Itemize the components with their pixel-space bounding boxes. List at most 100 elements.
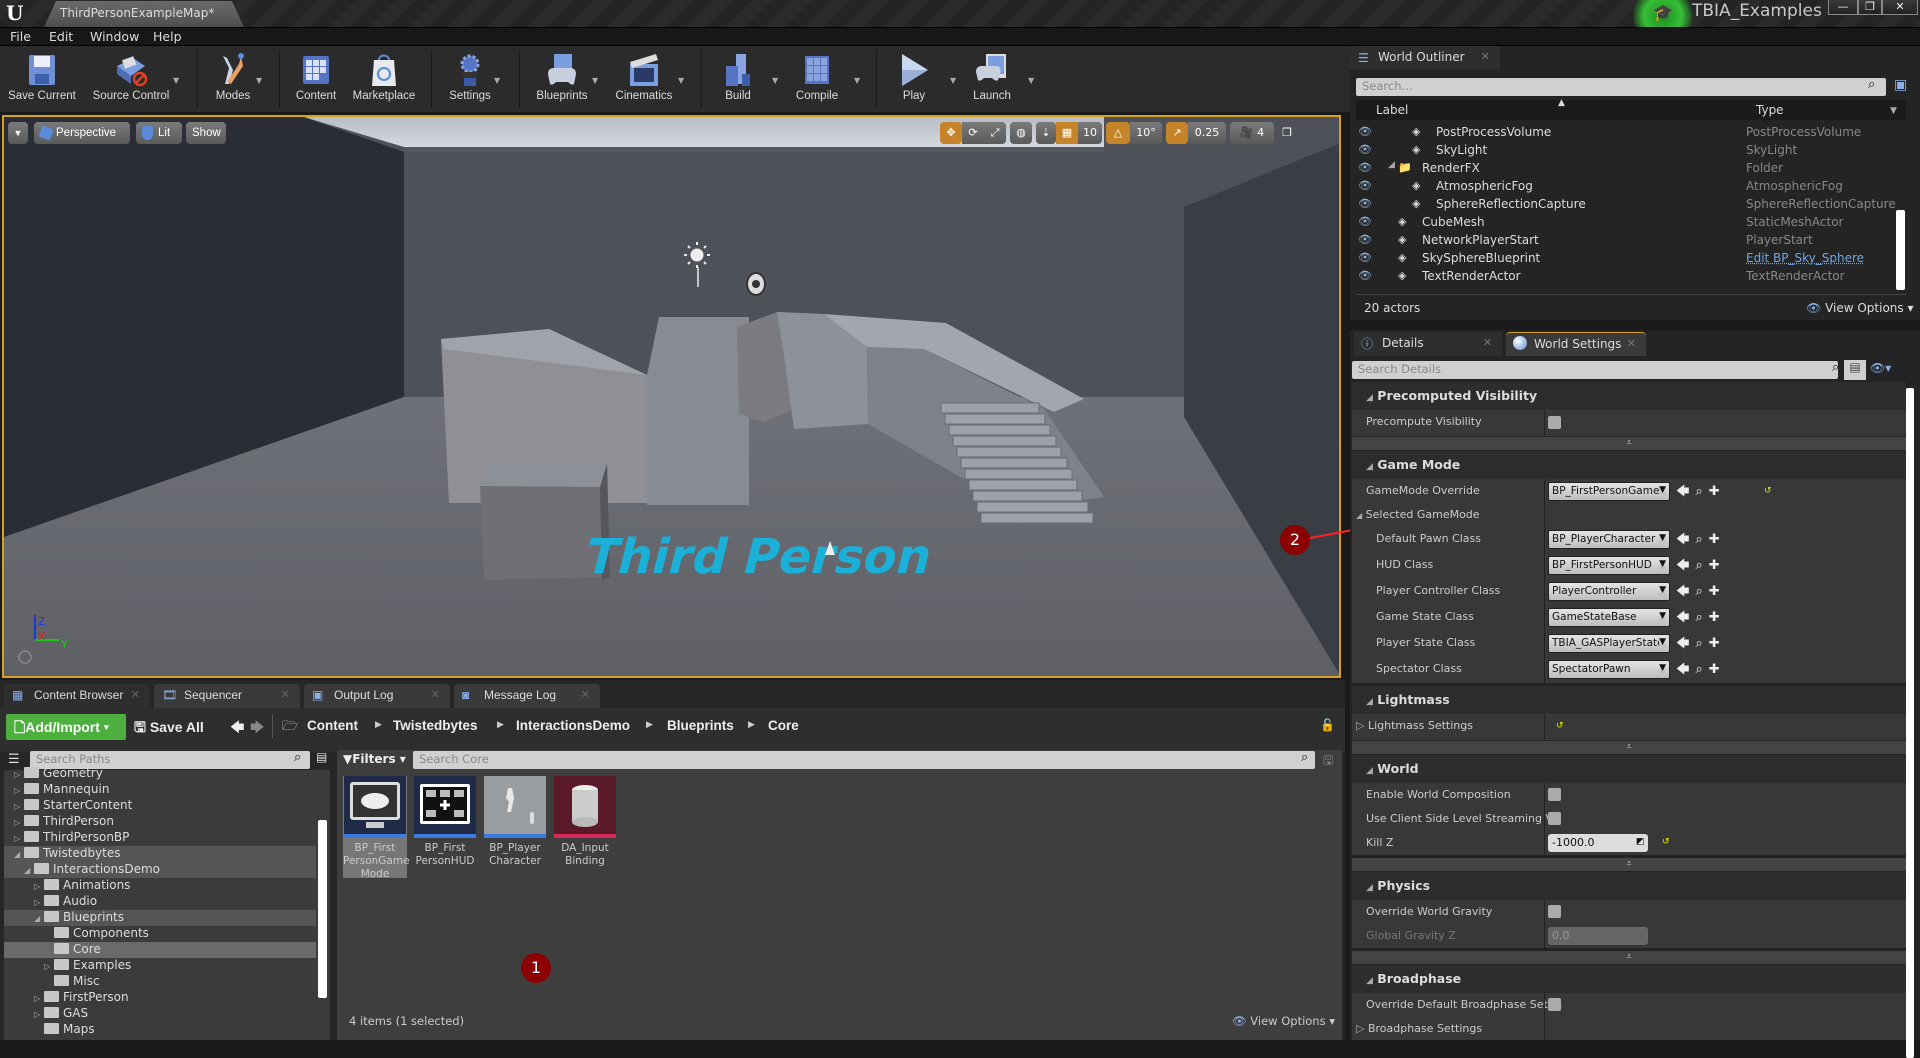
outliner-search-input[interactable]: Search...	[1356, 78, 1886, 96]
folder-tree-item[interactable]: ▷ Geometry	[4, 766, 316, 782]
expand-arrow-icon[interactable]: ▷	[14, 818, 24, 827]
blueprints-dropdown-icon[interactable]: ▼	[592, 76, 598, 85]
class-combo[interactable]: BP_PlayerCharacter ▼	[1548, 530, 1670, 549]
override-gravity-checkbox[interactable]	[1548, 905, 1561, 918]
asset-tile[interactable]: BP_First PersonHUD	[413, 776, 477, 868]
folder-tree-item[interactable]: ▷ Animations	[4, 878, 316, 894]
folder-tree-item[interactable]: Core	[4, 942, 316, 958]
asset-actions[interactable]: 🡄⌕✚	[1676, 634, 1726, 656]
menu-file[interactable]: File	[10, 29, 31, 44]
category-precomputed-visibility[interactable]: ◢ Precomputed Visibility	[1352, 382, 1906, 410]
label-column-header[interactable]: Label	[1376, 103, 1408, 117]
details-scrollbar[interactable]	[1906, 388, 1914, 1058]
cinematics-button[interactable]: Cinematics	[612, 46, 676, 112]
marketplace-button[interactable]: Marketplace	[346, 46, 422, 112]
advanced-expand-button[interactable]: ⩡	[1352, 437, 1906, 450]
build-dropdown-icon[interactable]: ▼	[772, 76, 778, 85]
breadcrumb-blueprints[interactable]: Blueprints	[667, 718, 734, 733]
close-tab-icon[interactable]: ✕	[1483, 336, 1492, 349]
tab-output-log[interactable]: ▣ Output Log ✕	[304, 684, 450, 708]
visibility-eye-icon[interactable]: 👁	[1358, 161, 1372, 174]
restore-button[interactable]: ❐	[1858, 0, 1882, 15]
outliner-row[interactable]: 👁 ◈ PostProcessVolume PostProcessVolume	[1350, 124, 1905, 142]
world-composition-checkbox[interactable]	[1548, 788, 1561, 801]
minimize-button[interactable]: —	[1828, 0, 1858, 15]
search-core-input[interactable]: Search Core	[413, 751, 1315, 769]
close-tab-icon[interactable]: ✕	[1627, 337, 1636, 350]
column-options-icon[interactable]: ▼	[1890, 106, 1897, 116]
category-lightmass[interactable]: ◢ Lightmass	[1352, 686, 1906, 714]
close-button[interactable]: ✕	[1882, 0, 1918, 15]
asset-tile[interactable]: BP_Player Character	[483, 776, 547, 868]
precompute-visibility-checkbox[interactable]	[1548, 416, 1561, 429]
expand-arrow-icon[interactable]: ◢	[14, 850, 24, 859]
rotation-snap-icon[interactable]: △	[1106, 122, 1130, 144]
class-combo[interactable]: TBIA_GASPlayerState ▼	[1548, 634, 1670, 653]
menu-window[interactable]: Window	[90, 29, 139, 44]
folder-tree-item[interactable]: ◢ Twistedbytes	[4, 846, 316, 862]
translate-tool-icon[interactable]: ✥	[940, 122, 962, 144]
outliner-row[interactable]: 👁 ◈ SkyLight SkyLight	[1350, 142, 1905, 160]
tree-scrollbar[interactable]	[318, 820, 327, 998]
launch-button[interactable]: Launch	[966, 46, 1018, 112]
world-local-icon[interactable]: ◍	[1010, 122, 1032, 144]
source-control-button[interactable]: Source Control	[86, 46, 176, 112]
save-current-button[interactable]: Save Current	[4, 46, 80, 112]
asset-actions[interactable]: 🡄⌕✚	[1676, 482, 1726, 504]
menu-edit[interactable]: Edit	[49, 29, 73, 44]
expand-arrow-icon[interactable]: ▷	[34, 994, 44, 1003]
asset-actions[interactable]: 🡄⌕✚	[1676, 530, 1726, 552]
rotate-tool-icon[interactable]: ⟳	[962, 122, 984, 144]
visibility-eye-icon[interactable]: 👁	[1358, 179, 1372, 192]
tab-details[interactable]: ⓘ Details ✕	[1354, 332, 1502, 356]
surface-snap-icon[interactable]: ⇣	[1036, 122, 1056, 144]
advanced-expand-button[interactable]: ⩡	[1352, 858, 1906, 871]
category-broadphase[interactable]: ◢ Broadphase	[1352, 965, 1906, 993]
save-search-icon[interactable]: 🖫	[1323, 751, 1333, 772]
breadcrumb-separator-icon[interactable]: ▶	[375, 720, 382, 730]
show-button[interactable]: Show	[186, 122, 226, 144]
folder-tree-item[interactable]: ◢ Blueprints	[4, 910, 316, 926]
breadcrumb-separator-icon[interactable]: ▶	[646, 720, 653, 730]
gamemode-override-combo[interactable]: BP_FirstPersonGame ▼	[1548, 482, 1670, 501]
filters-button[interactable]: ▼Filters ▾	[343, 752, 406, 766]
visibility-eye-icon[interactable]: 👁	[1358, 125, 1372, 138]
folder-tree-item[interactable]: ▷ Examples	[4, 958, 316, 974]
expand-arrow-icon[interactable]: ▷	[14, 786, 24, 795]
launch-dropdown-icon[interactable]: ▼	[1028, 76, 1034, 85]
type-column-header[interactable]: Type	[1756, 103, 1784, 117]
asset-actions[interactable]: 🡄⌕✚	[1676, 556, 1726, 578]
client-side-streaming-checkbox[interactable]	[1548, 812, 1561, 825]
tab-world-settings[interactable]: World Settings ✕	[1506, 332, 1646, 356]
category-world[interactable]: ◢ World	[1352, 755, 1906, 783]
breadcrumb-core[interactable]: Core	[768, 718, 799, 733]
property-matrix-icon[interactable]: ▤	[1844, 360, 1866, 380]
folder-tree-item[interactable]: ▷ ThirdPerson	[4, 814, 316, 830]
expand-arrow-icon[interactable]: ▷	[44, 962, 54, 971]
expand-arrow-icon[interactable]: ▷	[34, 1010, 44, 1019]
folder-tree-item[interactable]: Misc	[4, 974, 316, 990]
property-lightmass-settings[interactable]: ▷ Lightmass Settings ↺	[1352, 714, 1906, 740]
edit-blueprint-link[interactable]: Edit BP_Sky_Sphere	[1746, 251, 1864, 265]
breadcrumb-separator-icon[interactable]: ▶	[497, 720, 504, 730]
expand-arrow-icon[interactable]: ▷	[14, 834, 24, 843]
outliner-row[interactable]: 👁 ◈ SkySphereBlueprint Edit BP_Sky_Sphere	[1350, 250, 1905, 268]
expand-arrow-icon[interactable]: ◢	[1388, 160, 1395, 170]
folder-tree-item[interactable]: ▷ GAS	[4, 1006, 316, 1022]
maximize-viewport-icon[interactable]: ❐	[1280, 122, 1294, 144]
outliner-row[interactable]: 👁 ◈ TextRenderActor TextRenderActor	[1350, 268, 1905, 286]
level-viewport[interactable]: Third Person Z X Y ▼ Perspective Lit Sho…	[2, 115, 1341, 678]
folder-tree-item[interactable]: ▷ FirstPerson	[4, 990, 316, 1006]
collapse-sources-icon[interactable]: ☰	[8, 752, 20, 767]
breadcrumb-content[interactable]: Content	[307, 718, 358, 733]
blueprints-button[interactable]: Blueprints	[530, 46, 594, 112]
class-combo[interactable]: BP_FirstPersonHUD ▼	[1548, 556, 1670, 575]
map-tab[interactable]: ThirdPersonExampleMap*	[44, 1, 244, 27]
close-tab-icon[interactable]: ✕	[1481, 50, 1490, 63]
collections-icon[interactable]: ▤	[316, 750, 327, 764]
add-import-button[interactable]: 🗋Add/Import ▾	[6, 714, 126, 740]
settings-dropdown-icon[interactable]: ▼	[494, 76, 500, 85]
folder-tree-item[interactable]: ▷ StarterContent	[4, 798, 316, 814]
compile-button[interactable]: Compile	[788, 46, 846, 112]
details-search-input[interactable]: Search Details	[1352, 361, 1838, 379]
